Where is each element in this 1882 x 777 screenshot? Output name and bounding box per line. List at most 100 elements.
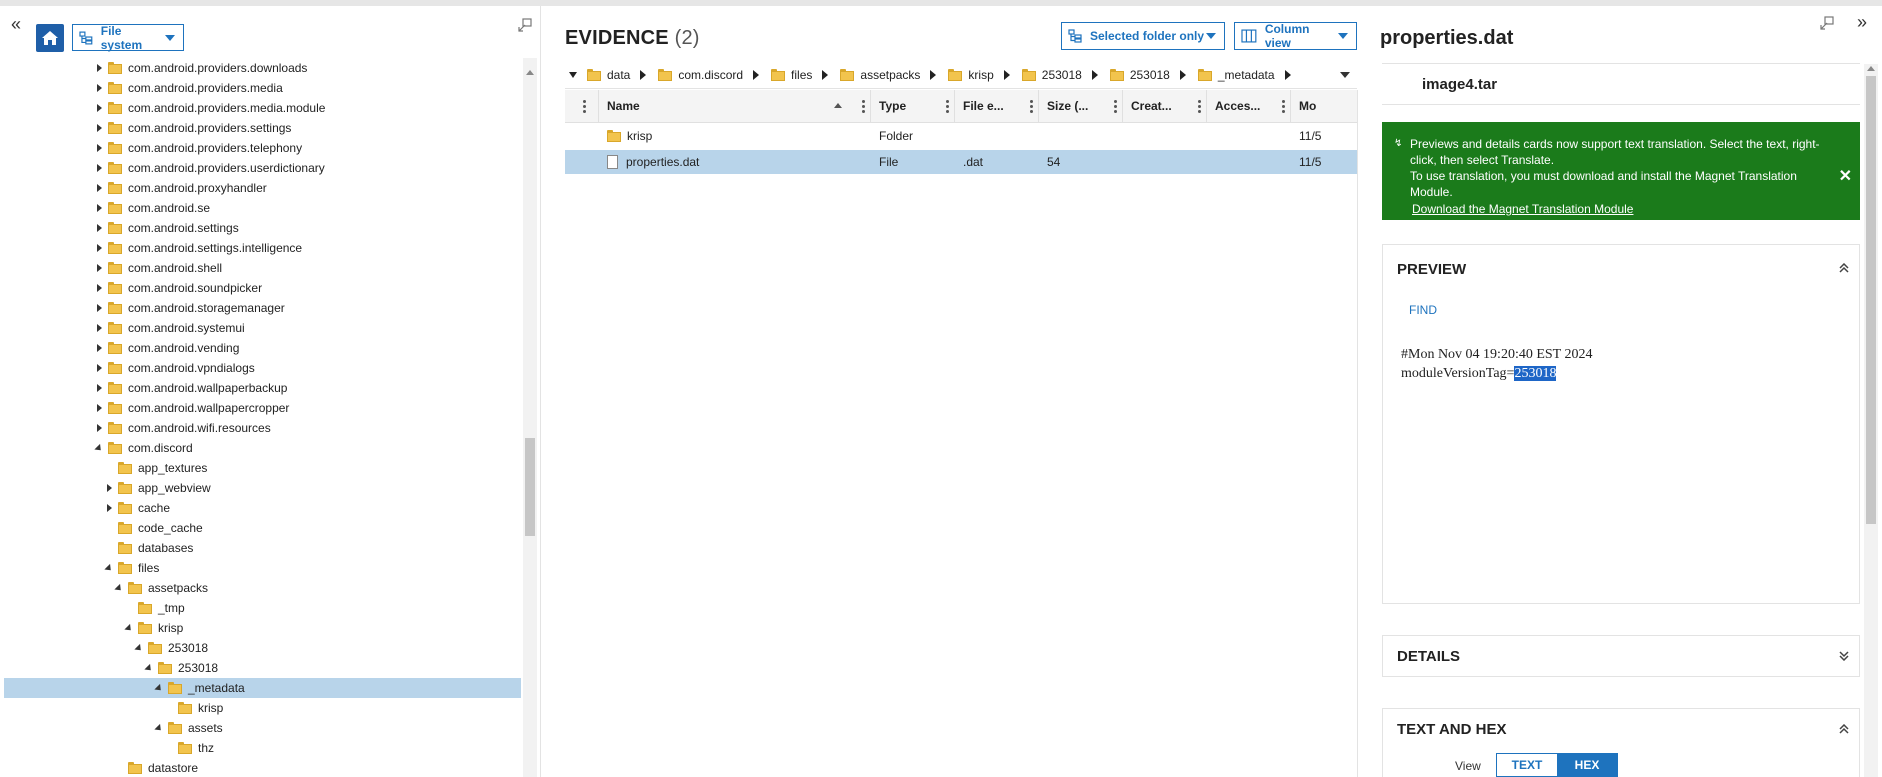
tree-item[interactable]: com.android.systemui [4, 318, 521, 338]
chevrons-up-icon[interactable] [1839, 724, 1849, 734]
tree-item[interactable]: com.android.shell [4, 258, 521, 278]
expand-arrow-icon[interactable] [94, 423, 104, 433]
tree-item[interactable]: com.android.settings.intelligence [4, 238, 521, 258]
breadcrumb-item[interactable]: 253018 [1108, 68, 1170, 82]
expand-arrow-icon[interactable] [94, 123, 104, 133]
collapse-arrow-icon[interactable] [114, 583, 124, 593]
tree-item[interactable]: com.android.wallpapercropper [4, 398, 521, 418]
tree-scrollbar[interactable] [523, 58, 537, 777]
tree-item[interactable]: _tmp [4, 598, 521, 618]
collapse-arrow-icon[interactable] [154, 723, 164, 733]
details-header[interactable]: DETAILS [1397, 648, 1460, 665]
tree-item[interactable]: app_webview [4, 478, 521, 498]
expand-arrow-icon[interactable] [94, 63, 104, 73]
table-row[interactable]: properties.dat File .dat 54 11/5 [565, 150, 1357, 174]
table-row[interactable]: krisp Folder 11/5 [565, 124, 1357, 148]
tree-item[interactable]: com.android.proxyhandler [4, 178, 521, 198]
expand-arrow-icon[interactable] [94, 383, 104, 393]
home-button[interactable] [36, 24, 64, 52]
expand-arrow-icon[interactable] [94, 363, 104, 373]
breadcrumb-collapse-icon[interactable] [569, 72, 577, 78]
find-button[interactable]: FIND [1409, 303, 1437, 317]
collapse-arrow-icon[interactable] [154, 683, 164, 693]
tree-item[interactable]: datastore [4, 758, 521, 777]
breadcrumb-arrow-icon[interactable] [753, 70, 760, 80]
expand-arrow-icon[interactable] [94, 223, 104, 233]
column-header-created[interactable]: Creat... [1123, 90, 1207, 122]
expand-arrow-icon[interactable] [94, 263, 104, 273]
download-module-link[interactable]: Download the Magnet Translation Module [1412, 202, 1633, 216]
breadcrumb-arrow-icon[interactable] [1284, 70, 1291, 80]
details-scrollbar[interactable] [1864, 64, 1878, 777]
expand-arrow-icon[interactable] [94, 283, 104, 293]
breadcrumb-item[interactable]: data [585, 68, 630, 82]
chevrons-down-icon[interactable] [1839, 651, 1849, 661]
tree-item[interactable]: com.android.providers.userdictionary [4, 158, 521, 178]
chevrons-up-icon[interactable] [1839, 263, 1849, 273]
expand-arrow-icon[interactable] [94, 323, 104, 333]
breadcrumb-overflow-icon[interactable] [1340, 72, 1350, 78]
tree-item[interactable]: com.android.se [4, 198, 521, 218]
expand-arrow-icon[interactable] [94, 83, 104, 93]
tree-item[interactable]: 253018 [4, 658, 521, 678]
column-header-name[interactable]: Name [599, 90, 871, 122]
expand-arrow-icon[interactable] [94, 203, 104, 213]
expand-arrow-icon[interactable] [94, 163, 104, 173]
breadcrumb-item[interactable]: assetpacks [838, 68, 920, 82]
breadcrumb-arrow-icon[interactable] [822, 70, 829, 80]
tree-item[interactable]: com.android.providers.settings [4, 118, 521, 138]
hex-tab[interactable]: HEX [1557, 754, 1617, 776]
view-dropdown[interactable]: Column view [1234, 22, 1357, 50]
expand-arrow-icon[interactable] [94, 183, 104, 193]
popout-icon[interactable] [1820, 16, 1834, 30]
breadcrumb-arrow-icon[interactable] [640, 70, 647, 80]
expand-arrow-icon[interactable] [94, 103, 104, 113]
tree-item[interactable]: com.android.providers.media [4, 78, 521, 98]
tree-item[interactable]: cache [4, 498, 521, 518]
collapse-left-icon[interactable]: « [11, 14, 21, 35]
tree-item[interactable]: _metadata [4, 678, 521, 698]
breadcrumb-arrow-icon[interactable] [1003, 70, 1010, 80]
breadcrumb-item[interactable]: com.discord [656, 68, 743, 82]
scroll-up-icon[interactable] [1867, 66, 1875, 71]
tree-item[interactable]: com.android.soundpicker [4, 278, 521, 298]
expand-arrow-icon[interactable] [94, 243, 104, 253]
preview-header[interactable]: PREVIEW [1397, 261, 1466, 278]
column-header-extension[interactable]: File e... [955, 90, 1039, 122]
tree-item[interactable]: com.android.wifi.resources [4, 418, 521, 438]
tree-item[interactable]: files [4, 558, 521, 578]
column-header-size[interactable]: Size (... [1039, 90, 1123, 122]
text-tab[interactable]: TEXT [1497, 754, 1557, 776]
column-header-accessed[interactable]: Acces... [1207, 90, 1291, 122]
breadcrumb-arrow-icon[interactable] [1091, 70, 1098, 80]
tree-item[interactable]: com.android.storagemanager [4, 298, 521, 318]
collapse-arrow-icon[interactable] [104, 563, 114, 573]
tree-item[interactable]: com.android.providers.downloads [4, 58, 521, 78]
collapse-arrow-icon[interactable] [134, 643, 144, 653]
tree-item[interactable]: databases [4, 538, 521, 558]
breadcrumb-arrow-icon[interactable] [930, 70, 937, 80]
tree-item[interactable]: code_cache [4, 518, 521, 538]
column-menu-button[interactable] [565, 90, 599, 122]
tree-item[interactable]: 253018 [4, 638, 521, 658]
breadcrumb-item[interactable]: krisp [946, 68, 994, 82]
expand-arrow-icon[interactable] [104, 503, 114, 513]
column-header-type[interactable]: Type [871, 90, 955, 122]
collapse-arrow-icon[interactable] [124, 623, 134, 633]
tree-item[interactable]: com.android.vending [4, 338, 521, 358]
expand-arrow-icon[interactable] [94, 143, 104, 153]
expand-arrow-icon[interactable] [94, 303, 104, 313]
tree-item[interactable]: assetpacks [4, 578, 521, 598]
scroll-up-icon[interactable] [526, 70, 534, 75]
expand-arrow-icon[interactable] [104, 483, 114, 493]
tree-item[interactable]: krisp [4, 698, 521, 718]
breadcrumb-item[interactable]: _metadata [1196, 68, 1275, 82]
scrollbar-thumb[interactable] [1866, 76, 1876, 524]
tree-item[interactable]: com.android.settings [4, 218, 521, 238]
text-hex-header[interactable]: TEXT AND HEX [1397, 721, 1506, 738]
expand-arrow-icon[interactable] [94, 403, 104, 413]
expand-arrow-icon[interactable] [94, 343, 104, 353]
breadcrumb-arrow-icon[interactable] [1179, 70, 1186, 80]
tree-item[interactable]: com.discord [4, 438, 521, 458]
scope-dropdown[interactable]: Selected folder only [1061, 22, 1225, 50]
